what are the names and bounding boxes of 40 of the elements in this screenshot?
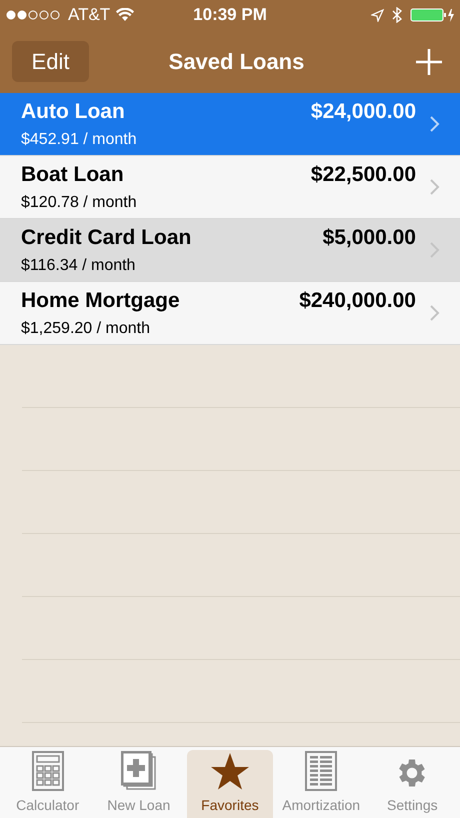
- loan-amount: $24,000.00: [310, 99, 416, 126]
- bluetooth-icon: [392, 7, 402, 23]
- table-icon: [305, 751, 338, 791]
- loan-payment: $452.91 / month: [21, 130, 138, 150]
- star-icon: [210, 751, 250, 791]
- loan-name: Home Mortgage: [21, 288, 180, 314]
- tab-button[interactable]: New Loan: [96, 750, 182, 818]
- loan-row[interactable]: Boat Loan $22,500.00 $120.78 / month: [0, 156, 460, 219]
- carrier-name: AT&T: [68, 4, 110, 26]
- loan-name: Credit Card Loan: [21, 225, 192, 252]
- chevron-icon: [430, 242, 440, 258]
- loan-amount: $240,000.00: [299, 288, 416, 314]
- loan-payment: $1,259.20 / month: [21, 318, 151, 339]
- loan-name: Auto Loan: [21, 99, 125, 126]
- chevron-icon: [430, 305, 440, 321]
- nav-title: Saved Loans: [168, 48, 306, 76]
- wifi-icon: [116, 8, 134, 22]
- tab-button[interactable]: Favorites: [186, 750, 273, 818]
- tab-button[interactable]: Amortization: [278, 750, 364, 818]
- add-document-icon: [120, 751, 157, 791]
- add-button[interactable]: [414, 46, 444, 76]
- battery-icon: [410, 7, 454, 23]
- chevron-icon: [430, 116, 440, 132]
- plus-icon: [416, 48, 442, 74]
- signal-icon: [6, 10, 62, 20]
- loan-payment: $120.78 / month: [21, 192, 138, 213]
- tab-button[interactable]: Calculator: [4, 750, 91, 818]
- location-icon: [371, 8, 384, 22]
- status-time: 10:39 PM: [193, 4, 267, 26]
- loan-payment: $116.34 / month: [21, 256, 136, 276]
- loan-name: Boat Loan: [21, 162, 124, 188]
- chevron-icon: [430, 179, 440, 195]
- calculator-icon: [32, 751, 64, 791]
- edit-button[interactable]: Edit: [12, 41, 89, 82]
- loan-amount: $22,500.00: [310, 162, 416, 188]
- loan-row[interactable]: Home Mortgage $240,000.00 $1,259.20 / month: [0, 282, 460, 345]
- loan-row[interactable]: Auto Loan $24,000.00 $452.91 / month: [0, 93, 460, 156]
- tab-button[interactable]: Settings: [369, 750, 456, 818]
- loan-row[interactable]: Credit Card Loan $5,000.00 $116.34 / month: [0, 219, 460, 282]
- loan-amount: $5,000.00: [322, 225, 416, 252]
